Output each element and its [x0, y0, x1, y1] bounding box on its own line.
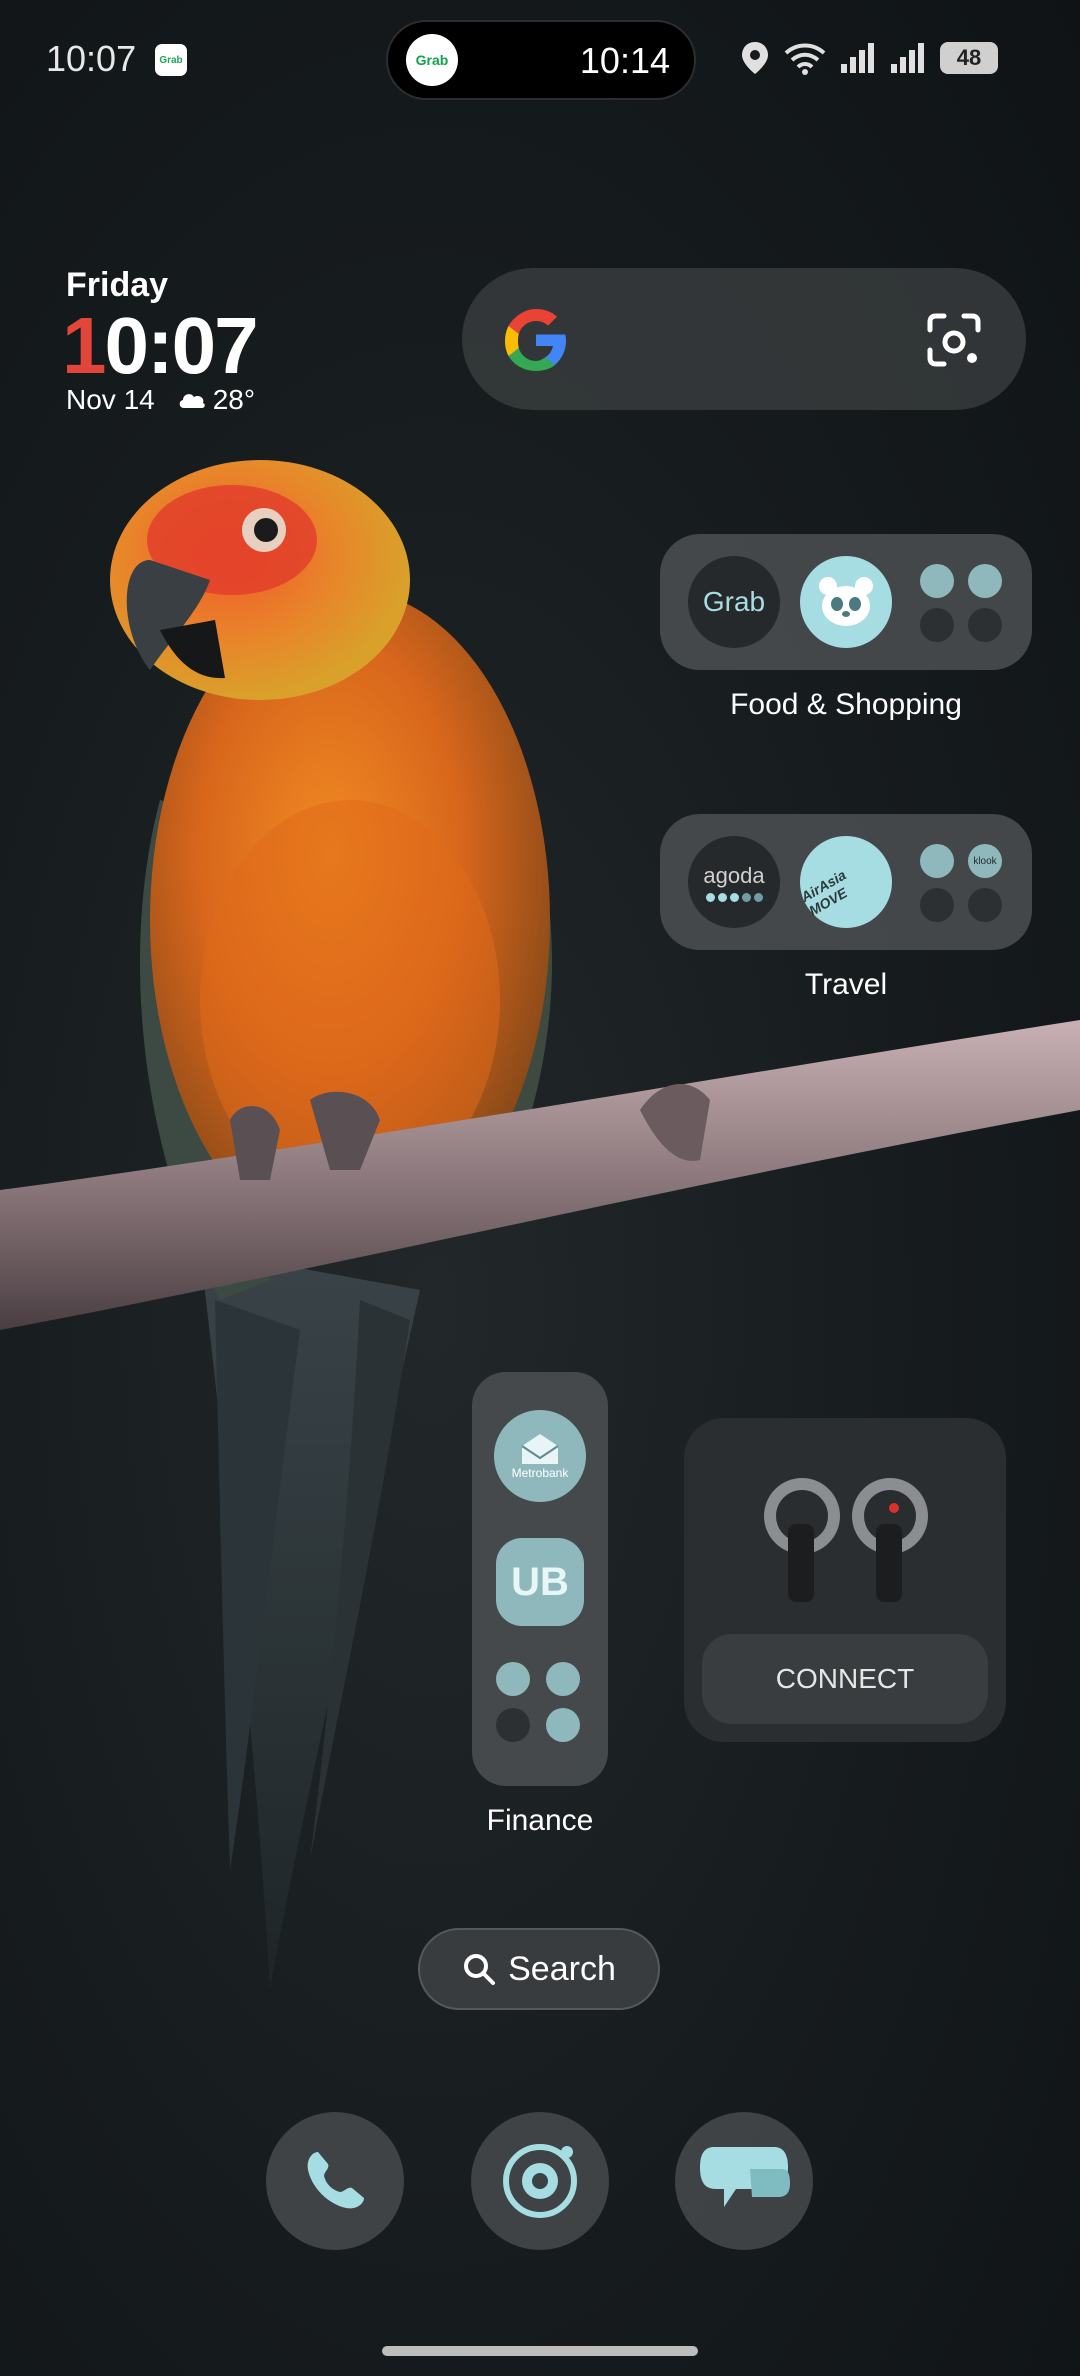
- messages-app-button[interactable]: [675, 2112, 813, 2250]
- gcash-mini-icon: [546, 1662, 580, 1696]
- google-search-bar[interactable]: [462, 268, 1026, 410]
- google-logo-icon: [505, 309, 566, 371]
- phone-app-button[interactable]: [266, 2112, 404, 2250]
- agoda-app-label: agoda: [703, 862, 765, 888]
- camera-app-button[interactable]: [471, 2112, 609, 2250]
- klook-app-icon: klook: [968, 844, 1002, 878]
- mini-app-icon: [968, 608, 1002, 642]
- airasia-move-label: AirAsia MOVE: [798, 866, 850, 919]
- mini-app-icon: [496, 1662, 530, 1696]
- status-icons: 48: [740, 38, 998, 78]
- messages-icon: [700, 2147, 790, 2207]
- airasia-move-app-icon[interactable]: AirAsia MOVE: [798, 836, 892, 928]
- earbuds-widget[interactable]: CONNECT: [684, 1418, 1006, 1742]
- island-time: 10:14: [579, 40, 670, 81]
- unionbank-app-icon[interactable]: UB: [496, 1538, 584, 1626]
- wifi-icon: [784, 43, 826, 75]
- battery-indicator: 48: [940, 42, 998, 74]
- mini-app-icon: [968, 564, 1002, 598]
- mini-app-icon: [496, 1708, 530, 1742]
- status-time: 10:07: [46, 38, 137, 79]
- folder-finance[interactable]: Metrobank UB: [472, 1372, 608, 1786]
- connect-button[interactable]: CONNECT: [702, 1634, 988, 1724]
- google-lens-icon[interactable]: [922, 308, 986, 372]
- clock-date: Nov 14: [66, 384, 155, 415]
- mini-app-icon: [968, 888, 1002, 922]
- folder-travel[interactable]: agoda AirAsia MOVE klook: [660, 814, 1032, 950]
- signal-1-icon: [841, 43, 874, 73]
- dynamic-island[interactable]: Grab 10:14: [386, 20, 696, 100]
- metrobank-app-icon[interactable]: Metrobank: [494, 1410, 586, 1502]
- metrobank-label: Metrobank: [511, 1466, 569, 1480]
- folder-finance-label: Finance: [486, 1804, 594, 1837]
- cloud-icon: [179, 394, 205, 408]
- mini-app-icon: [546, 1708, 580, 1742]
- panda-icon: [819, 577, 873, 626]
- earbuds-icon: [764, 1478, 928, 1602]
- search-label: Search: [508, 1949, 616, 1988]
- mini-app-icon: [920, 608, 954, 642]
- mini-app-icon: [920, 844, 954, 878]
- agoda-app-icon[interactable]: agoda: [688, 836, 780, 928]
- location-icon: [742, 42, 768, 74]
- folder-travel-label: Travel: [804, 968, 888, 1001]
- clock-time-first-digit: 1: [62, 301, 106, 390]
- clock-time[interactable]: 10:07: [62, 300, 259, 392]
- foodpanda-app-icon[interactable]: [800, 556, 892, 648]
- home-indicator[interactable]: [382, 2346, 698, 2356]
- grab-app-icon[interactable]: Grab: [688, 556, 780, 648]
- temperature: 28°: [212, 384, 256, 415]
- grab-logo-icon: Grab: [406, 34, 458, 86]
- clock-date-weather[interactable]: Nov 14 28°: [66, 384, 255, 416]
- app-search-button[interactable]: Search: [418, 1928, 660, 2010]
- mini-app-icon: [920, 564, 954, 598]
- folder-food-shopping-label: Food & Shopping: [730, 688, 962, 721]
- grab-notification-icon: Grab: [155, 44, 187, 76]
- signal-2-icon: [891, 43, 924, 73]
- camera-icon: [503, 2144, 577, 2218]
- envelope-icon: [521, 1434, 559, 1464]
- search-icon: [464, 1954, 496, 1985]
- maps-mini-icon: [920, 888, 954, 922]
- unionbank-label: UB: [511, 1559, 569, 1604]
- clock-time-rest: 0:07: [104, 301, 259, 390]
- phone-icon: [307, 2152, 364, 2209]
- folder-food-shopping[interactable]: Grab: [660, 534, 1032, 670]
- agoda-dots: [705, 892, 763, 902]
- grab-app-label: Grab: [702, 586, 766, 617]
